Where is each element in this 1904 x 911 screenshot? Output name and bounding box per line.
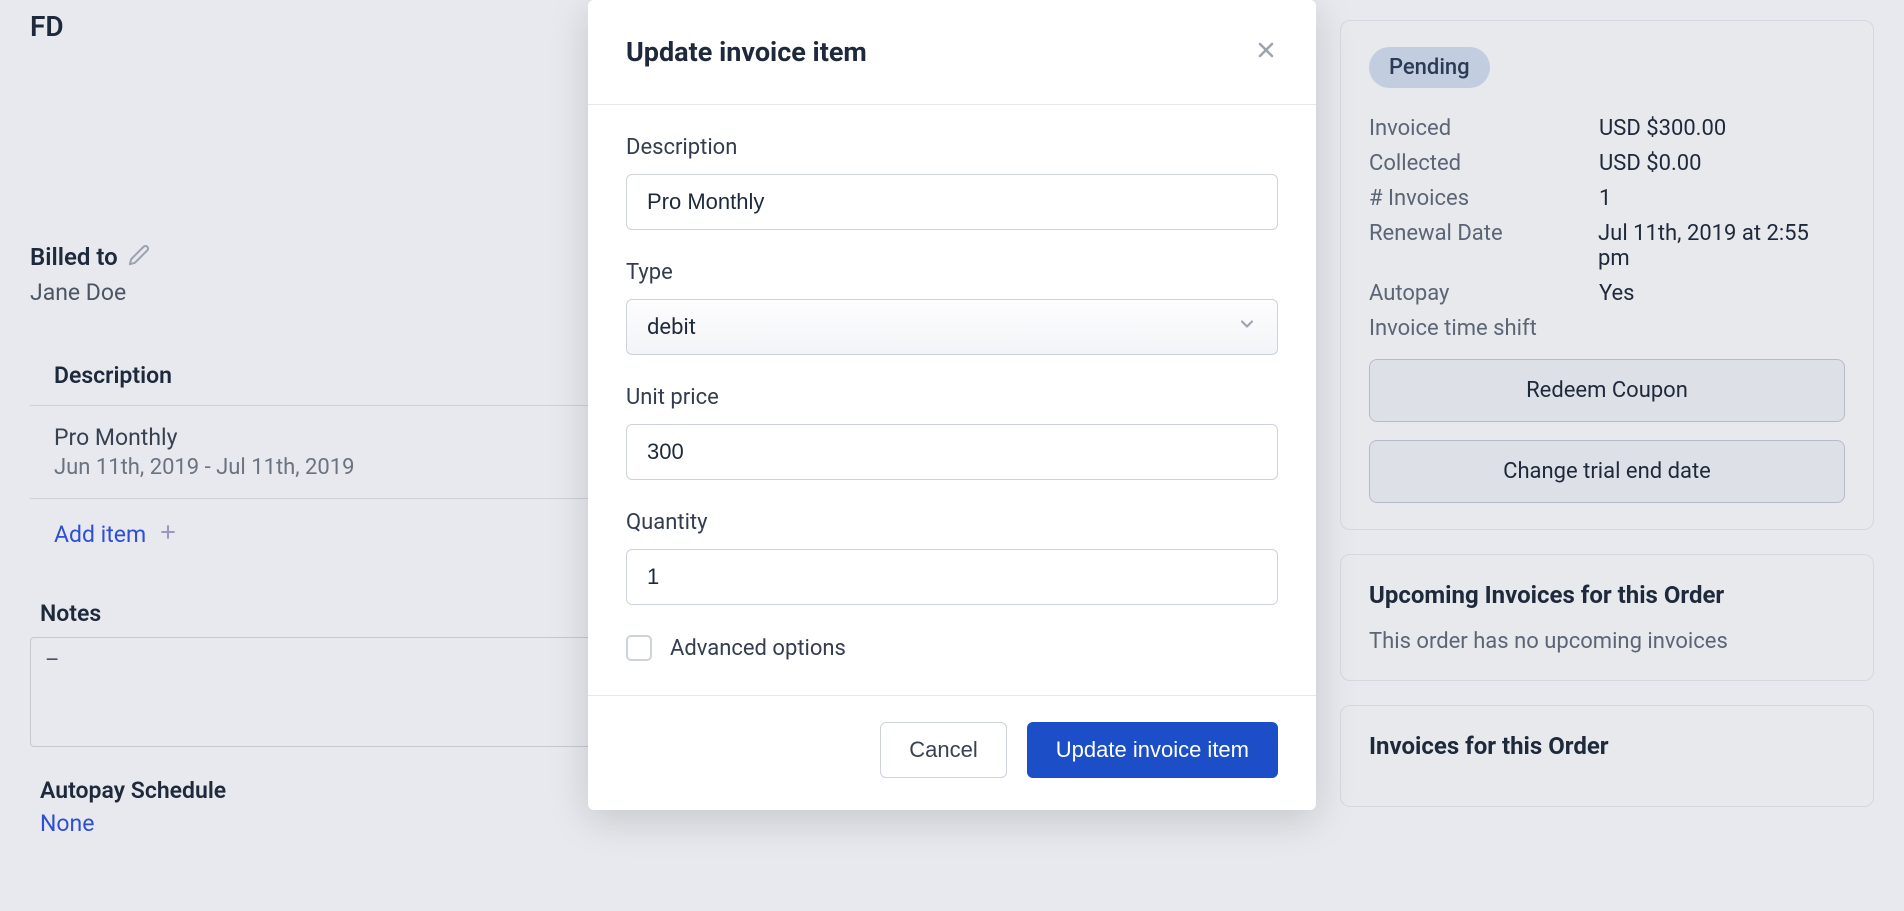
advanced-options-label: Advanced options [670,636,846,661]
update-invoice-item-modal: Update invoice item Description Type deb… [588,0,1316,810]
quantity-label: Quantity [626,510,1278,535]
type-value: debit [647,315,696,340]
description-label: Description [626,135,1278,160]
close-icon[interactable] [1254,38,1278,67]
unit-price-input[interactable] [626,424,1278,480]
update-invoice-item-button[interactable]: Update invoice item [1027,722,1278,778]
description-input[interactable] [626,174,1278,230]
quantity-input[interactable] [626,549,1278,605]
advanced-options-checkbox[interactable] [626,635,652,661]
cancel-button[interactable]: Cancel [880,722,1006,778]
modal-overlay: Update invoice item Description Type deb… [0,0,1904,911]
unit-price-label: Unit price [626,385,1278,410]
chevron-down-icon [1237,314,1257,340]
type-select[interactable]: debit [626,299,1278,355]
modal-title: Update invoice item [626,36,867,68]
type-label: Type [626,260,1278,285]
